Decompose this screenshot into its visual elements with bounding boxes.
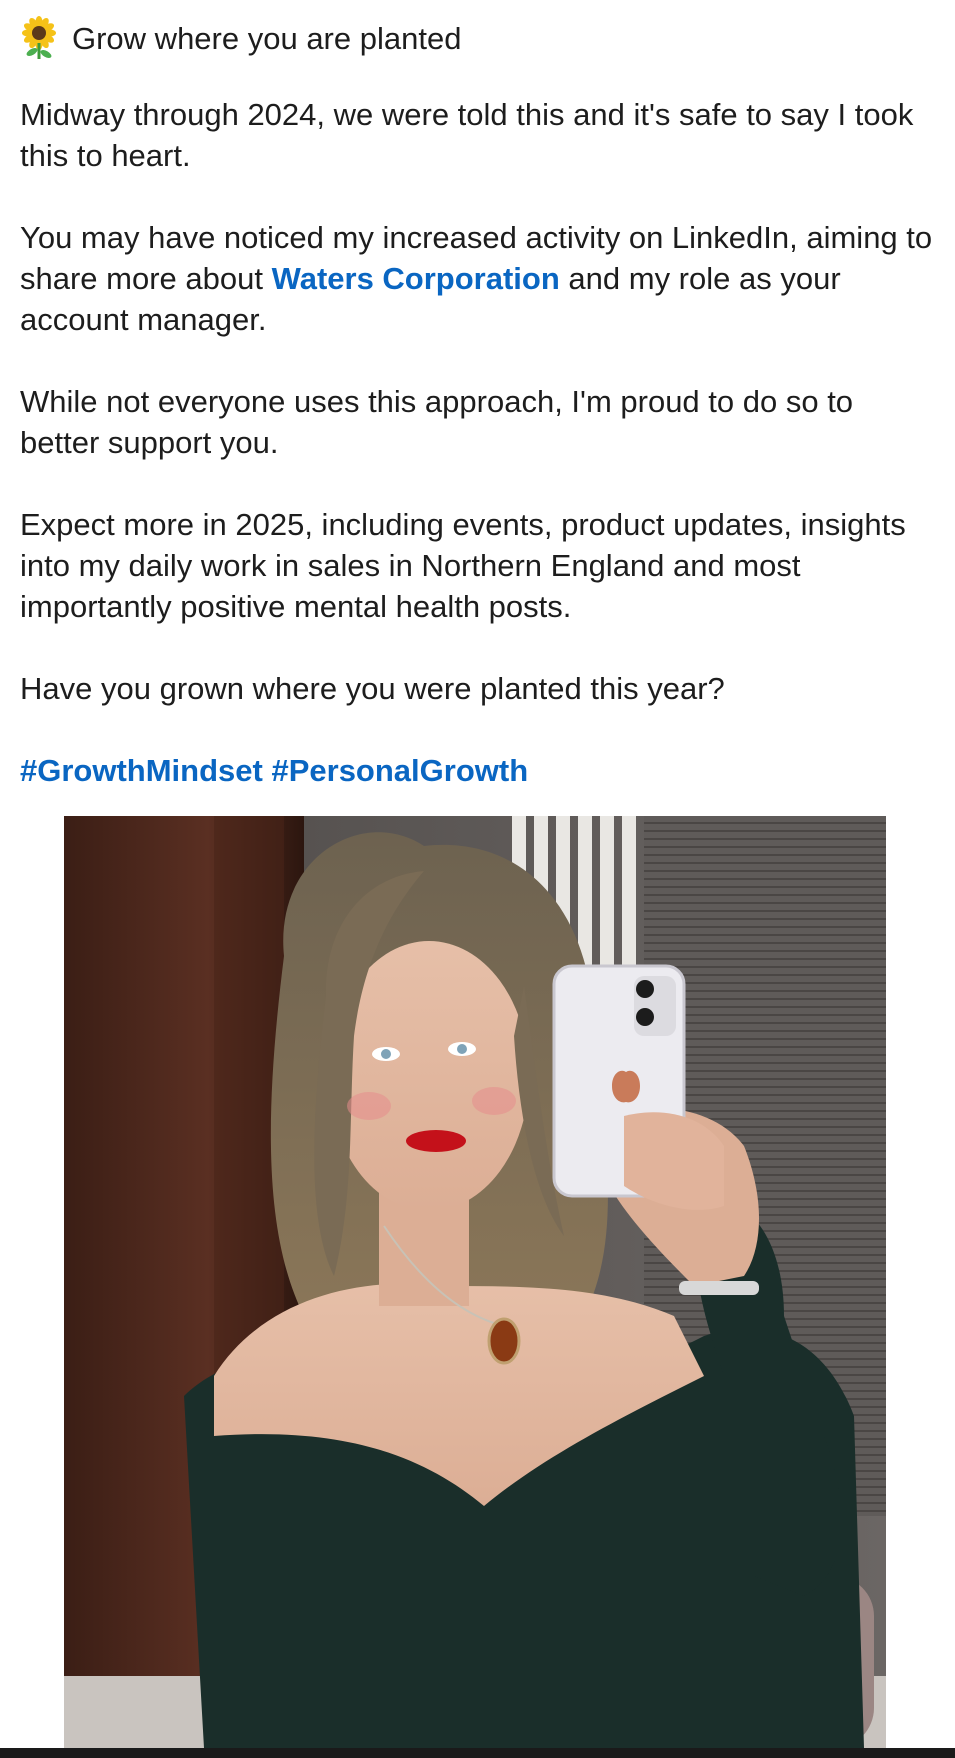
hashtag-growth-mindset[interactable]: #GrowthMindset xyxy=(20,753,263,788)
linkedin-post: Grow where you are planted Midway throug… xyxy=(0,0,955,1758)
waters-corporation-link[interactable]: Waters Corporation xyxy=(272,261,560,296)
paragraph-3: While not everyone uses this approach, I… xyxy=(20,384,854,460)
bottom-edge-bar xyxy=(0,1748,955,1758)
post-headline: Grow where you are planted xyxy=(20,14,940,62)
paragraph-2: You may have noticed my increased activi… xyxy=(20,217,940,340)
paragraph-5: Have you grown where you were planted th… xyxy=(20,671,725,706)
mirror-selfie-image xyxy=(64,816,886,1748)
paragraph-4: Expect more in 2025, including events, p… xyxy=(20,507,906,624)
post-body: Grow where you are planted Midway throug… xyxy=(20,10,940,791)
hashtag-row: #GrowthMindset #PersonalGrowth xyxy=(20,750,940,791)
headline-text: Grow where you are planted xyxy=(72,20,462,56)
post-photo[interactable] xyxy=(64,816,886,1748)
paragraph-1: Midway through 2024, we were told this a… xyxy=(20,97,914,173)
hashtag-personal-growth[interactable]: #PersonalGrowth xyxy=(271,753,528,788)
sunflower-icon xyxy=(22,16,56,59)
